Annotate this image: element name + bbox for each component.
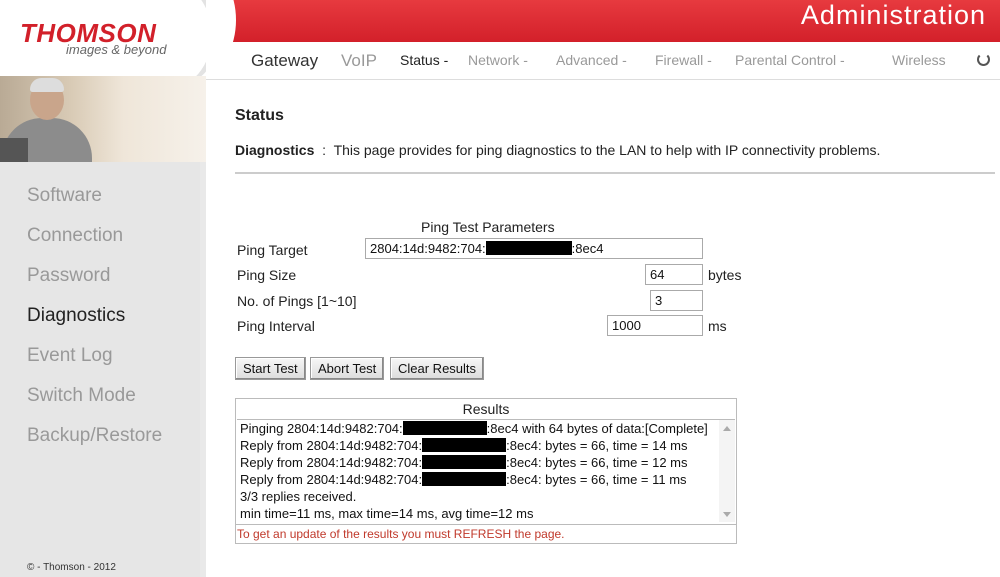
result-line-suffix: :8ec4 with 64 bytes of data:[Complete] — [486, 421, 708, 436]
results-refresh-note: To get an update of the results you must… — [236, 524, 736, 541]
tab-voip[interactable]: VoIP — [341, 51, 377, 71]
ping-size-label: Ping Size — [237, 267, 297, 283]
page-description: Diagnostics : This page provides for pin… — [235, 142, 880, 158]
ping-target-input[interactable]: 2804:14d:9482:704: :8ec4 — [365, 238, 703, 259]
header-bar: Administration — [206, 0, 1000, 42]
tab-network[interactable]: Network - — [468, 52, 528, 68]
ping-count-input[interactable]: 3 — [650, 290, 703, 311]
redacted-block — [422, 472, 507, 486]
page-title: Status — [235, 107, 284, 124]
result-line-prefix: Reply from 2804:14d:9482:704: — [240, 438, 423, 453]
description-text: This page provides for ping diagnostics … — [333, 142, 881, 158]
result-line: Reply from 2804:14d:9482:704: :8ec4: byte… — [237, 454, 735, 471]
result-line-text: min time=11 ms, max time=14 ms, avg time… — [240, 506, 534, 521]
sidebar-item-connection[interactable]: Connection — [0, 212, 206, 252]
clear-results-button[interactable]: Clear Results — [390, 357, 485, 380]
result-line: Pinging 2804:14d:9482:704: :8ec4 with 64 … — [237, 420, 735, 437]
copyright: © - Thomson - 2012 — [27, 562, 116, 573]
ping-interval-unit: ms — [708, 318, 727, 334]
logo-area: THOMSON images & beyond — [0, 0, 220, 90]
loading-spinner-icon — [977, 53, 990, 66]
sidebar-item-event-log[interactable]: Event Log — [0, 332, 206, 372]
result-line-suffix: :8ec4: bytes = 66, time = 12 ms — [506, 455, 688, 470]
tab-parental-control[interactable]: Parental Control - — [735, 52, 845, 68]
start-test-button[interactable]: Start Test — [235, 357, 306, 380]
results-panel: Results Pinging 2804:14d:9482:704: :8ec4 … — [235, 398, 737, 544]
divider — [235, 172, 995, 174]
ping-interval-input[interactable]: 1000 — [607, 315, 703, 336]
result-line-prefix: Reply from 2804:14d:9482:704: — [240, 455, 423, 470]
photo-laptop — [0, 138, 28, 162]
results-title: Results — [462, 401, 510, 417]
result-line-suffix: :8ec4: bytes = 66, time = 11 ms — [506, 472, 687, 487]
sidebar-item-software[interactable]: Software — [0, 172, 206, 212]
sidebar-item-switch-mode[interactable]: Switch Mode — [0, 372, 206, 412]
ping-target-suffix: :8ec4 — [571, 241, 604, 256]
photo-person-hair — [30, 78, 64, 92]
redacted-block — [485, 241, 572, 255]
redacted-block — [402, 421, 487, 435]
sidebar-item-password[interactable]: Password — [0, 252, 206, 292]
result-line: 3/3 replies received. — [237, 488, 735, 505]
ping-count-label: No. of Pings [1~10] — [237, 293, 357, 309]
results-textarea[interactable]: Pinging 2804:14d:9482:704: :8ec4 with 64 … — [237, 419, 735, 522]
sidebar: THOMSON images & beyond Software Connect… — [0, 0, 220, 577]
result-line-prefix: Pinging 2804:14d:9482:704: — [240, 421, 403, 436]
header-curve — [206, 0, 236, 42]
result-line: Reply from 2804:14d:9482:704: :8ec4: byte… — [237, 437, 735, 454]
ping-interval-label: Ping Interval — [237, 318, 315, 334]
result-line: min time=11 ms, max time=14 ms, avg time… — [237, 505, 735, 522]
redacted-block — [422, 438, 507, 452]
brand-tagline: images & beyond — [66, 42, 167, 57]
tab-advanced[interactable]: Advanced - — [556, 52, 627, 68]
scroll-up-icon[interactable] — [723, 426, 731, 431]
redacted-block — [422, 455, 507, 469]
header-photo — [0, 76, 206, 162]
sidebar-item-backup-restore[interactable]: Backup/Restore — [0, 412, 206, 452]
sidebar-nav: Software Connection Password Diagnostics… — [0, 172, 206, 452]
tab-status[interactable]: Status - — [400, 52, 448, 68]
scroll-down-icon[interactable] — [723, 512, 731, 517]
page-header-title: Administration — [800, 0, 986, 30]
ping-params-title: Ping Test Parameters — [421, 219, 555, 235]
result-line-suffix: :8ec4: bytes = 66, time = 14 ms — [506, 438, 688, 453]
ping-target-prefix: 2804:14d:9482:704: — [370, 241, 486, 256]
result-line: Reply from 2804:14d:9482:704: :8ec4: byte… — [237, 471, 735, 488]
results-scrollbar[interactable] — [719, 420, 735, 522]
ping-target-label: Ping Target — [237, 242, 308, 258]
section-separator: : — [322, 142, 327, 158]
result-line-prefix: Reply from 2804:14d:9482:704: — [240, 472, 423, 487]
sidebar-item-diagnostics[interactable]: Diagnostics — [0, 292, 206, 332]
result-line-text: 3/3 replies received. — [240, 489, 357, 504]
tab-wireless[interactable]: Wireless — [892, 52, 946, 68]
tab-gateway[interactable]: Gateway — [251, 51, 318, 71]
tab-firewall[interactable]: Firewall - — [655, 52, 712, 68]
ping-size-input[interactable]: 64 — [645, 264, 703, 285]
abort-test-button[interactable]: Abort Test — [310, 357, 385, 380]
top-nav: Gateway VoIP Status - Network - Advanced… — [206, 42, 1000, 80]
section-label: Diagnostics — [235, 142, 315, 158]
ping-size-unit: bytes — [708, 267, 742, 283]
